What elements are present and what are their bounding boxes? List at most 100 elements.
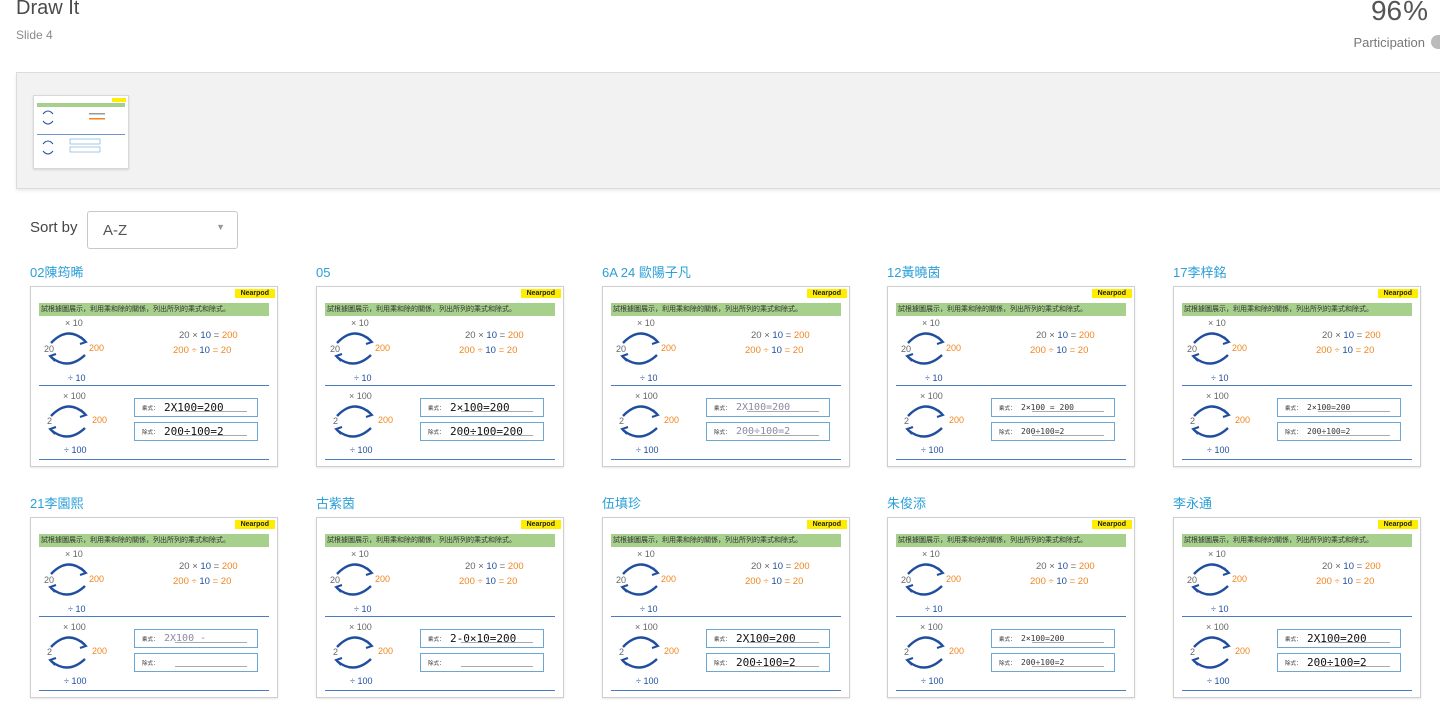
student-response-card[interactable]: 古紫茵 Nearpod 試根據圖展示，利用乘和除的關係，列出所列的乘式和除式。 … (316, 496, 564, 698)
question-banner: 試根據圖展示，利用乘和除的關係，列出所列的乘式和除式。 (896, 303, 1126, 316)
slide-thumbnail[interactable] (33, 95, 129, 169)
chevron-down-icon: ▼ (216, 222, 225, 232)
equation-multiply: 20 × 10 = 200 (465, 330, 524, 341)
handwritten-divide-answer: 200÷100=2 (1021, 427, 1065, 436)
divider (1182, 690, 1412, 691)
bottom-right-value: 200 (664, 415, 680, 425)
question-banner: 試根據圖展示，利用乘和除的關係，列出所列的乘式和除式。 (39, 303, 269, 316)
multiply-label: 乘式： (999, 406, 1016, 412)
student-response-card[interactable]: 17李梓銘 Nearpod 試根據圖展示，利用乘和除的關係，列出所列的乘式和除式… (1173, 265, 1421, 467)
divide-answer-box: 除式： 200÷100=2 (706, 422, 830, 441)
slide-number: Slide 4 (16, 28, 53, 42)
student-response-card[interactable]: 05 Nearpod 試根據圖展示，利用乘和除的關係，列出所列的乘式和除式。 ×… (316, 265, 564, 467)
multiply-answer-box: 乘式： 2-0×10=200 (420, 629, 544, 648)
bottom-right-value: 200 (92, 646, 108, 656)
handwritten-multiply-answer: 2X100 - (164, 633, 207, 644)
student-response-card[interactable]: 02陳筠晞 Nearpod 試根據圖展示，利用乘和除的關係，列出所列的乘式和除式… (30, 265, 278, 467)
divide-label: 除式： (142, 430, 159, 436)
divide-label: 除式： (714, 430, 731, 436)
student-response-card[interactable]: 伍填珍 Nearpod 試根據圖展示，利用乘和除的關係，列出所列的乘式和除式。 … (602, 496, 850, 698)
top-div-label: ÷ 10 (640, 373, 658, 383)
top-left-value: 20 (330, 575, 341, 585)
divider (611, 459, 841, 460)
top-right-value: 200 (661, 343, 677, 353)
equation-divide: 200 ÷ 10 = 20 (459, 345, 518, 356)
divide-answer-box: 除式： 200÷100=200 (420, 422, 544, 441)
student-name[interactable]: 12黃曉茵 (887, 265, 1135, 285)
participation-text: Participation (1353, 35, 1425, 50)
divider (325, 459, 555, 460)
nearpod-badge: Nearpod (234, 289, 275, 298)
question-banner: 試根據圖展示，利用乘和除的關係，列出所列的乘式和除式。 (896, 534, 1126, 547)
divider (1182, 459, 1412, 460)
divide-label: 除式： (1285, 661, 1302, 667)
equation-divide: 200 ÷ 10 = 20 (1030, 576, 1089, 587)
cycle-arrows-icon (620, 405, 660, 438)
top-div-label: ÷ 10 (1211, 373, 1229, 383)
top-left-value: 20 (1187, 344, 1198, 354)
student-drawing[interactable]: Nearpod 試根據圖展示，利用乘和除的關係，列出所列的乘式和除式。 × 10… (887, 286, 1135, 467)
divide-answer-box: 除式： (420, 653, 544, 672)
student-name[interactable]: 伍填珍 (602, 496, 850, 516)
top-div-label: ÷ 10 (925, 604, 943, 614)
student-name[interactable]: 6A 24 歐陽子凡 (602, 265, 850, 285)
multiply-label: 乘式： (714, 637, 731, 643)
student-drawing[interactable]: Nearpod 試根據圖展示，利用乘和除的關係，列出所列的乘式和除式。 × 10… (316, 286, 564, 467)
cycle-arrows-icon (334, 636, 374, 669)
student-drawing[interactable]: Nearpod 試根據圖展示，利用乘和除的關係，列出所列的乘式和除式。 × 10… (602, 517, 850, 698)
divide-label: 除式： (714, 661, 731, 667)
multiply-answer-box: 乘式： 2×100 = 200 (991, 398, 1115, 417)
divide-label: 除式： (999, 430, 1016, 436)
bottom-div-label: ÷ 100 (64, 445, 87, 455)
question-banner: 試根據圖展示，利用乘和除的關係，列出所列的乘式和除式。 (39, 534, 269, 547)
equation-multiply: 20 × 10 = 200 (751, 330, 810, 341)
student-drawing[interactable]: Nearpod 試根據圖展示，利用乘和除的關係，列出所列的乘式和除式。 × 10… (316, 517, 564, 698)
student-response-card[interactable]: 12黃曉茵 Nearpod 試根據圖展示，利用乘和除的關係，列出所列的乘式和除式… (887, 265, 1135, 467)
student-drawing[interactable]: Nearpod 試根據圖展示，利用乘和除的關係，列出所列的乘式和除式。 × 10… (30, 286, 278, 467)
student-response-card[interactable]: 朱俊添 Nearpod 試根據圖展示，利用乘和除的關係，列出所列的乘式和除式。 … (887, 496, 1135, 698)
top-div-label: ÷ 10 (640, 604, 658, 614)
top-right-value: 200 (375, 574, 391, 584)
divide-label: 除式： (428, 430, 445, 436)
student-response-card[interactable]: 21李園熙 Nearpod 試根據圖展示，利用乘和除的關係，列出所列的乘式和除式… (30, 496, 278, 698)
top-div-label: ÷ 10 (354, 373, 372, 383)
top-left-value: 20 (901, 575, 912, 585)
student-drawing[interactable]: Nearpod 試根據圖展示，利用乘和除的關係，列出所列的乘式和除式。 × 10… (1173, 517, 1421, 698)
bottom-left-value: 2 (333, 416, 339, 426)
student-name[interactable]: 02陳筠晞 (30, 265, 278, 285)
student-name[interactable]: 古紫茵 (316, 496, 564, 516)
nearpod-badge: Nearpod (1377, 520, 1418, 529)
multiply-answer-box: 乘式： 2X100 - (134, 629, 258, 648)
top-right-value: 200 (89, 343, 105, 353)
divide-answer-box: 除式： 200÷100=2 (706, 653, 830, 672)
equation-multiply: 20 × 10 = 200 (1036, 561, 1095, 572)
multiply-label: 乘式： (142, 406, 159, 412)
student-drawing[interactable]: Nearpod 試根據圖展示，利用乘和除的關係，列出所列的乘式和除式。 × 10… (1173, 286, 1421, 467)
question-banner: 試根據圖展示，利用乘和除的關係，列出所列的乘式和除式。 (325, 303, 555, 316)
multiply-label: 乘式： (999, 637, 1016, 643)
sort-select[interactable]: A-Z ▼ (87, 211, 238, 249)
equation-multiply: 20 × 10 = 200 (179, 330, 238, 341)
student-name[interactable]: 朱俊添 (887, 496, 1135, 516)
equation-multiply: 20 × 10 = 200 (1322, 330, 1381, 341)
bottom-right-value: 200 (378, 415, 394, 425)
top-left-value: 20 (1187, 575, 1198, 585)
top-left-value: 20 (44, 575, 55, 585)
student-drawing[interactable]: Nearpod 試根據圖展示，利用乘和除的關係，列出所列的乘式和除式。 × 10… (30, 517, 278, 698)
bottom-left-value: 2 (619, 416, 625, 426)
student-response-card[interactable]: 李永通 Nearpod 試根據圖展示，利用乘和除的關係，列出所列的乘式和除式。 … (1173, 496, 1421, 698)
student-response-card[interactable]: 6A 24 歐陽子凡 Nearpod 試根據圖展示，利用乘和除的關係，列出所列的… (602, 265, 850, 467)
student-name[interactable]: 17李梓銘 (1173, 265, 1421, 285)
cycle-arrows-icon (48, 636, 88, 669)
nearpod-badge: Nearpod (806, 289, 847, 298)
multiply-answer-box: 乘式： 2×100=200 (1277, 398, 1401, 417)
info-icon[interactable] (1431, 35, 1440, 49)
student-name[interactable]: 李永通 (1173, 496, 1421, 516)
handwritten-divide-answer: 200÷100=2 (1307, 427, 1351, 436)
student-name[interactable]: 21李園熙 (30, 496, 278, 516)
multiply-label: 乘式： (142, 637, 159, 643)
student-drawing[interactable]: Nearpod 試根據圖展示，利用乘和除的關係，列出所列的乘式和除式。 × 10… (602, 286, 850, 467)
student-drawing[interactable]: Nearpod 試根據圖展示，利用乘和除的關係，列出所列的乘式和除式。 × 10… (887, 517, 1135, 698)
handwritten-multiply-answer: 2×100 = 200 (1021, 403, 1074, 412)
student-name[interactable]: 05 (316, 265, 564, 285)
